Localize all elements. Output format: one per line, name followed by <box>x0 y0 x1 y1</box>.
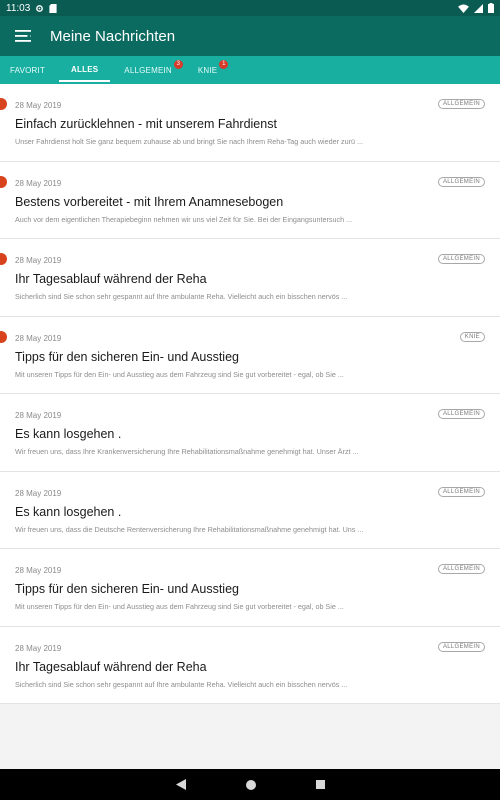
category-tag: ALLGEMEIN <box>437 486 485 497</box>
category-tag: ALLGEMEIN <box>437 641 485 652</box>
message-title: Es kann losgehen . <box>15 427 122 441</box>
status-bar: 11:03 <box>0 0 500 16</box>
message-date: 28 May 2019 <box>15 488 62 498</box>
status-time: 11:03 <box>6 2 31 14</box>
message-preview: Wir freuen uns, dass Ihre Krankenversich… <box>15 447 359 456</box>
tab-alles[interactable]: ALLES <box>59 59 111 82</box>
message-preview: Sicherlich sind Sie schon sehr gespannt … <box>15 679 348 689</box>
message-date: 28 May 2019 <box>15 256 62 265</box>
message-date: 28 May 2019 <box>15 101 62 110</box>
message-list-item[interactable]: 28 May 2019 ALLGEMEIN Es kann losgehen .… <box>0 394 500 472</box>
message-date: 28 May 2019 <box>15 333 62 343</box>
category-tag: KNIE <box>459 331 485 342</box>
unread-count-badge: 1 <box>219 59 229 69</box>
home-circle-icon[interactable] <box>245 779 256 790</box>
signal-icon <box>474 3 483 13</box>
message-preview: Mit unseren Tipps für den Ein- und Ausst… <box>15 369 344 379</box>
back-triangle-icon[interactable] <box>175 779 186 790</box>
category-tag: ALLGEMEIN <box>437 99 485 109</box>
message-preview: Auch vor dem eigentlichen Therapiebeginn… <box>15 214 353 224</box>
menu-button[interactable] <box>0 16 46 56</box>
message-title: Tipps für den sicheren Ein- und Ausstieg <box>15 349 239 364</box>
unread-indicator <box>0 330 7 343</box>
battery-icon <box>488 3 494 13</box>
category-tag: ALLGEMEIN <box>437 176 485 187</box>
unread-indicator <box>0 98 7 110</box>
message-preview: Mit unseren Tipps für den Ein- und Ausst… <box>15 602 344 611</box>
tab-label: ALLES <box>71 64 99 74</box>
message-title: Bestens vorbereitet - mit Ihrem Anamnese… <box>15 194 284 209</box>
message-list-item[interactable]: 28 May 2019 ALLGEMEIN Ihr Tagesablauf wä… <box>0 627 500 704</box>
sim-card-icon <box>49 3 57 13</box>
system-navigation-bar <box>0 769 500 800</box>
category-tabs: FAVORIT ALLES ALLGEMEIN 3 KNIE 1 <box>0 56 500 84</box>
tab-label: FAVORIT <box>10 65 46 75</box>
message-title: Ihr Tagesablauf während der Reha <box>15 272 207 286</box>
message-list-item[interactable]: 28 May 2019 ALLGEMEIN Tipps für den sich… <box>0 549 500 627</box>
message-preview: Unser Fahrdienst holt Sie ganz bequem zu… <box>15 137 363 146</box>
tab-allgemein[interactable]: ALLGEMEIN 3 <box>122 59 183 81</box>
page-title: Meine Nachrichten <box>50 27 176 45</box>
tab-label: ALLGEMEIN <box>124 65 172 75</box>
message-date: 28 May 2019 <box>15 643 62 653</box>
message-title: Ihr Tagesablauf während der Reha <box>15 659 207 674</box>
message-date: 28 May 2019 <box>15 566 62 575</box>
category-tag: ALLGEMEIN <box>437 409 485 419</box>
message-list-item[interactable]: 28 May 2019 ALLGEMEIN Einfach zurücklehn… <box>0 84 500 162</box>
unread-count-badge: 3 <box>173 59 183 69</box>
unread-indicator <box>0 253 7 265</box>
message-preview: Wir freuen uns, dass die Deutsche Renten… <box>15 524 364 534</box>
tab-knie[interactable]: KNIE 1 <box>196 59 229 81</box>
message-list-item[interactable]: 28 May 2019 ALLGEMEIN Ihr Tagesablauf wä… <box>0 239 500 317</box>
message-list-item[interactable]: 28 May 2019 KNIE Tipps für den sicheren … <box>0 317 500 394</box>
app-bar: Meine Nachrichten <box>0 16 500 56</box>
message-title: Es kann losgehen . <box>15 504 122 519</box>
tab-label: KNIE <box>197 65 218 75</box>
message-preview: Sicherlich sind Sie schon sehr gespannt … <box>15 292 348 301</box>
unread-indicator <box>0 175 7 188</box>
settings-icon <box>36 4 44 12</box>
message-list: 28 May 2019 ALLGEMEIN Einfach zurücklehn… <box>0 84 500 704</box>
tab-favorit[interactable]: FAVORIT <box>8 60 47 81</box>
category-tag: ALLGEMEIN <box>437 564 485 574</box>
message-date: 28 May 2019 <box>15 178 62 188</box>
category-tag: ALLGEMEIN <box>437 254 485 264</box>
wifi-icon <box>458 3 469 13</box>
hamburger-menu-icon <box>15 30 31 42</box>
message-list-item[interactable]: 28 May 2019 ALLGEMEIN Bestens vorbereite… <box>0 162 500 239</box>
message-title: Einfach zurücklehnen - mit unserem Fahrd… <box>15 117 277 131</box>
message-date: 28 May 2019 <box>15 411 62 420</box>
message-list-item[interactable]: 28 May 2019 ALLGEMEIN Es kann losgehen .… <box>0 472 500 549</box>
recents-square-icon[interactable] <box>315 780 325 789</box>
message-title: Tipps für den sicheren Ein- und Ausstieg <box>15 582 239 596</box>
